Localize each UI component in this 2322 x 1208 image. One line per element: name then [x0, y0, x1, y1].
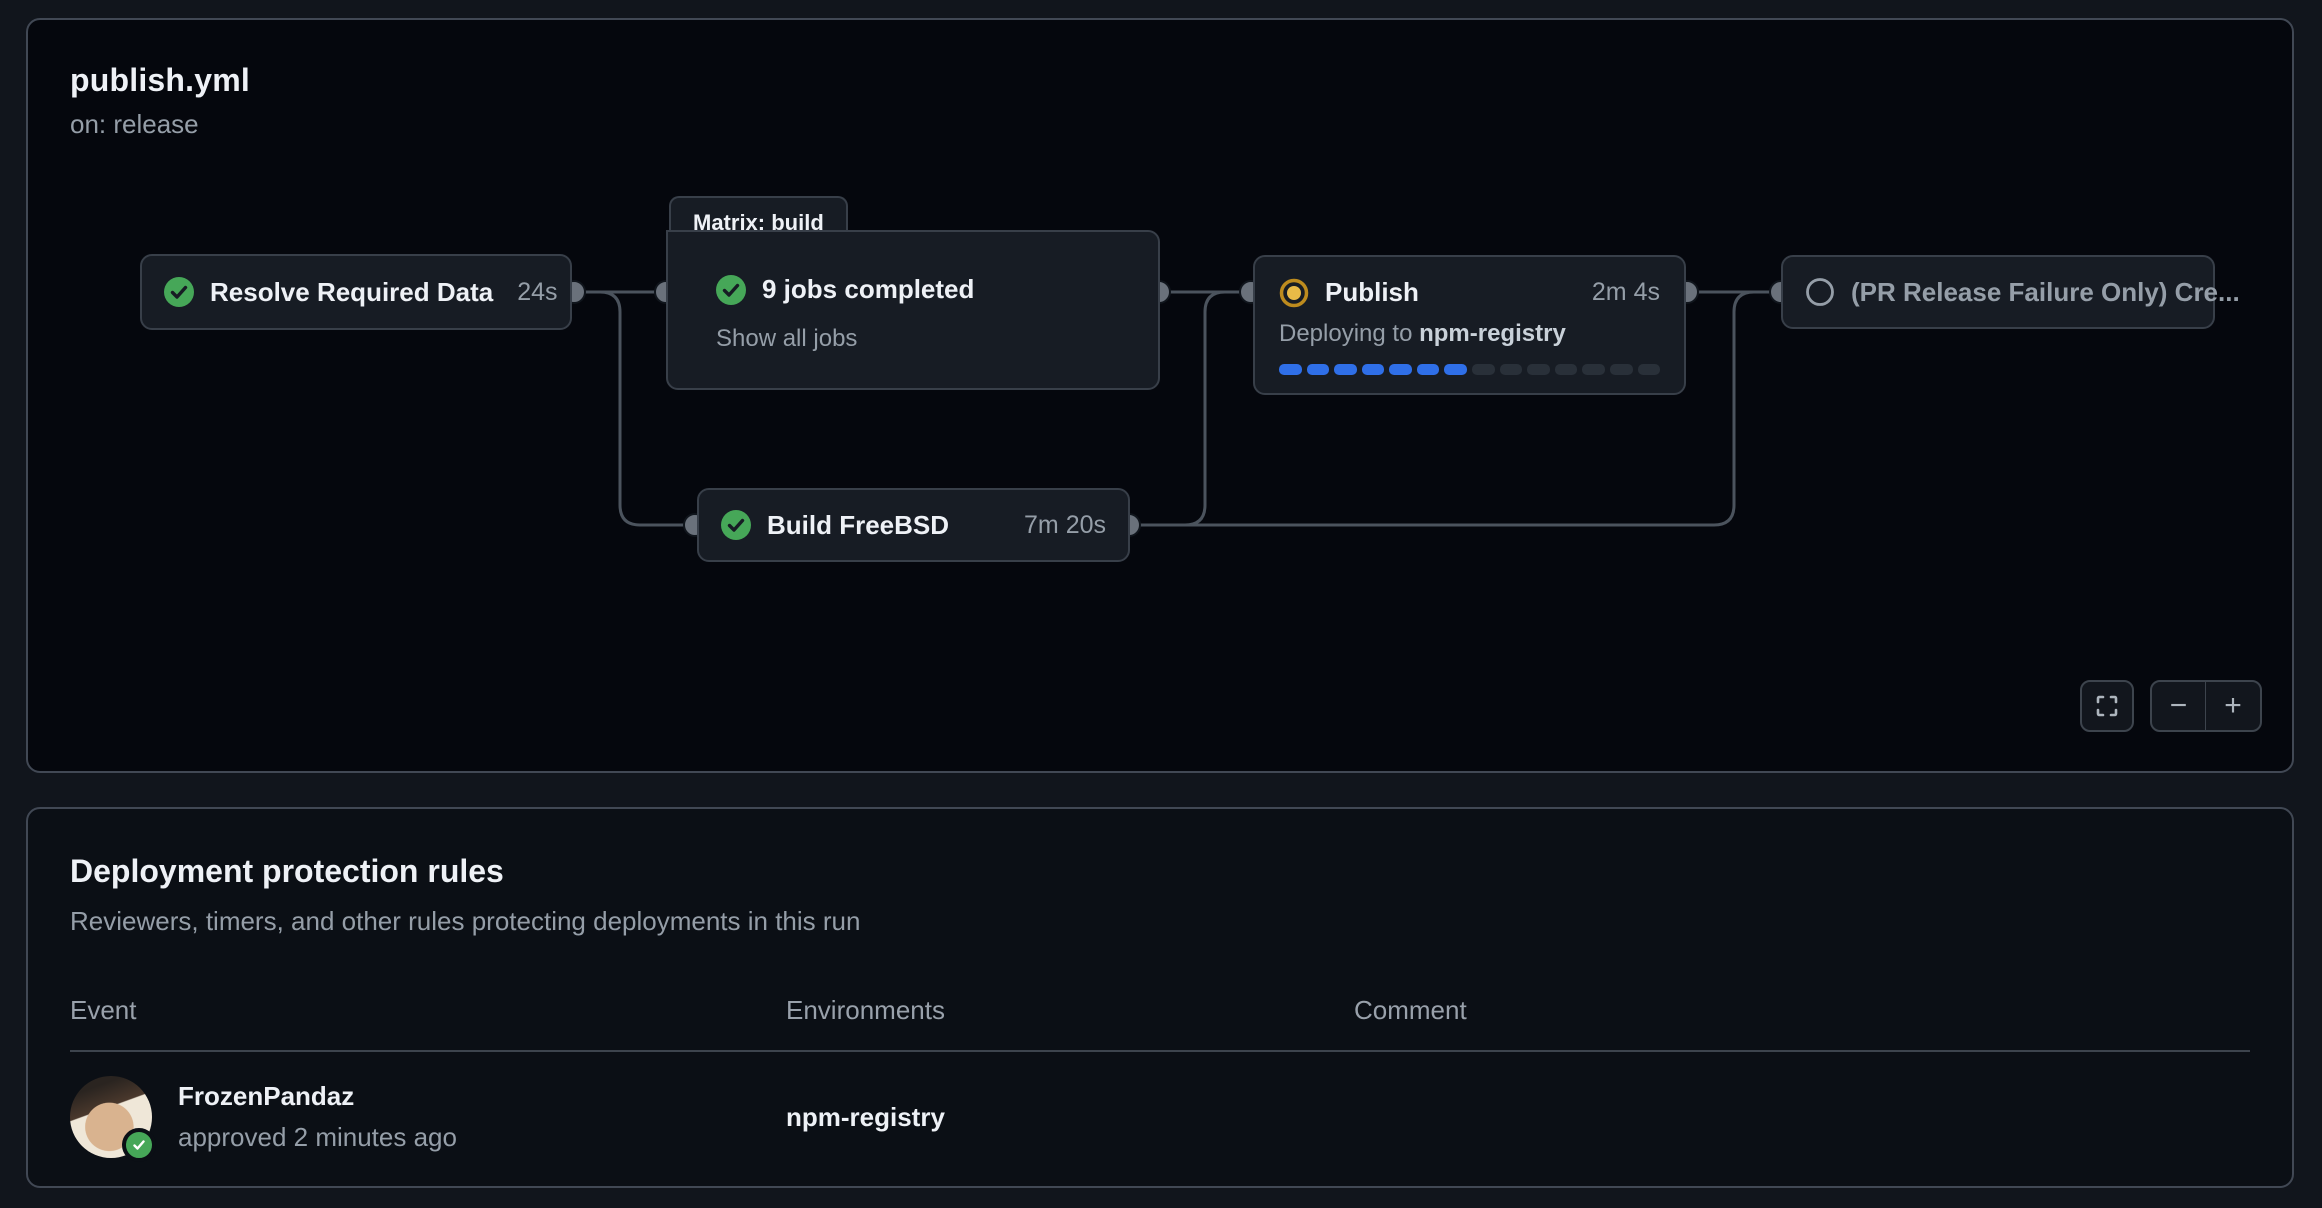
- approved-badge-icon: [122, 1128, 156, 1162]
- workflow-trigger: on: release: [70, 109, 250, 140]
- job-node-matrix-build[interactable]: 9 jobs completed Show all jobs: [666, 230, 1160, 390]
- job-node-publish[interactable]: Publish 2m 4s Deploying to npm-registry: [1253, 255, 1686, 395]
- rules-title: Deployment protection rules: [70, 853, 2250, 890]
- deploy-target: npm-registry: [1419, 320, 1566, 347]
- job-label: Publish: [1325, 277, 1419, 308]
- job-node-resolve-required-data[interactable]: Resolve Required Data 24s: [140, 254, 572, 330]
- pending-circle-icon: [1805, 277, 1835, 307]
- progress-segment: [1307, 364, 1330, 375]
- job-duration: 24s: [493, 278, 557, 307]
- rules-subtitle: Reviewers, timers, and other rules prote…: [70, 906, 2250, 937]
- success-check-icon: [164, 277, 194, 307]
- job-duration: 2m 4s: [1568, 278, 1660, 307]
- success-check-icon: [721, 510, 751, 540]
- fullscreen-icon: [2095, 694, 2119, 718]
- deploy-progress-bar: [1279, 364, 1660, 375]
- deploy-status-text: Deploying to npm-registry: [1279, 320, 1660, 348]
- progress-segment: [1500, 364, 1523, 375]
- event-text: FrozenPandaz approved 2 minutes ago: [178, 1081, 457, 1153]
- column-header-environments: Environments: [786, 995, 1354, 1026]
- approval-status-text: approved 2 minutes ago: [178, 1122, 457, 1153]
- deployment-protection-rules-panel: Deployment protection rules Reviewers, t…: [26, 807, 2294, 1188]
- job-node-pr-release-failure[interactable]: (PR Release Failure Only) Cre...: [1781, 255, 2215, 329]
- workflow-edges: [28, 20, 2296, 775]
- in-progress-icon: [1279, 278, 1309, 308]
- show-all-jobs-link[interactable]: Show all jobs: [716, 325, 1134, 353]
- event-cell: FrozenPandaz approved 2 minutes ago: [70, 1076, 786, 1158]
- approver-username[interactable]: FrozenPandaz: [178, 1081, 457, 1112]
- job-label: Resolve Required Data: [210, 277, 493, 308]
- job-label: Build FreeBSD: [767, 510, 949, 541]
- column-header-event: Event: [70, 995, 786, 1026]
- job-node-build-freebsd[interactable]: Build FreeBSD 7m 20s: [697, 488, 1130, 562]
- environment-name: npm-registry: [786, 1102, 1354, 1133]
- table-row: FrozenPandaz approved 2 minutes ago npm-…: [70, 1052, 2250, 1182]
- progress-segment: [1334, 364, 1357, 375]
- zoom-in-button[interactable]: +: [2206, 682, 2260, 730]
- avatar-wrap: [70, 1076, 152, 1158]
- workflow-file-title: publish.yml: [70, 62, 250, 99]
- column-header-comment: Comment: [1354, 995, 2250, 1026]
- zoom-controls: − +: [2150, 680, 2262, 732]
- matrix-summary-label: 9 jobs completed: [762, 274, 974, 305]
- progress-segment: [1279, 364, 1302, 375]
- success-check-icon: [716, 275, 746, 305]
- progress-segment: [1555, 364, 1578, 375]
- workflow-header: publish.yml on: release: [70, 62, 250, 140]
- progress-segment: [1362, 364, 1385, 375]
- progress-segment: [1417, 364, 1440, 375]
- progress-segment: [1472, 364, 1495, 375]
- progress-segment: [1582, 364, 1605, 375]
- workflow-graph-panel: publish.yml on: release Resolv: [26, 18, 2294, 773]
- progress-segment: [1610, 364, 1633, 375]
- progress-segment: [1527, 364, 1550, 375]
- progress-segment: [1444, 364, 1467, 375]
- rules-table-header: Event Environments Comment: [70, 995, 2250, 1052]
- job-duration: 7m 20s: [1000, 511, 1106, 540]
- zoom-out-button[interactable]: −: [2152, 682, 2206, 730]
- progress-segment: [1389, 364, 1412, 375]
- progress-segment: [1638, 364, 1661, 375]
- fullscreen-button[interactable]: [2080, 680, 2134, 732]
- job-label: (PR Release Failure Only) Cre...: [1851, 277, 2240, 308]
